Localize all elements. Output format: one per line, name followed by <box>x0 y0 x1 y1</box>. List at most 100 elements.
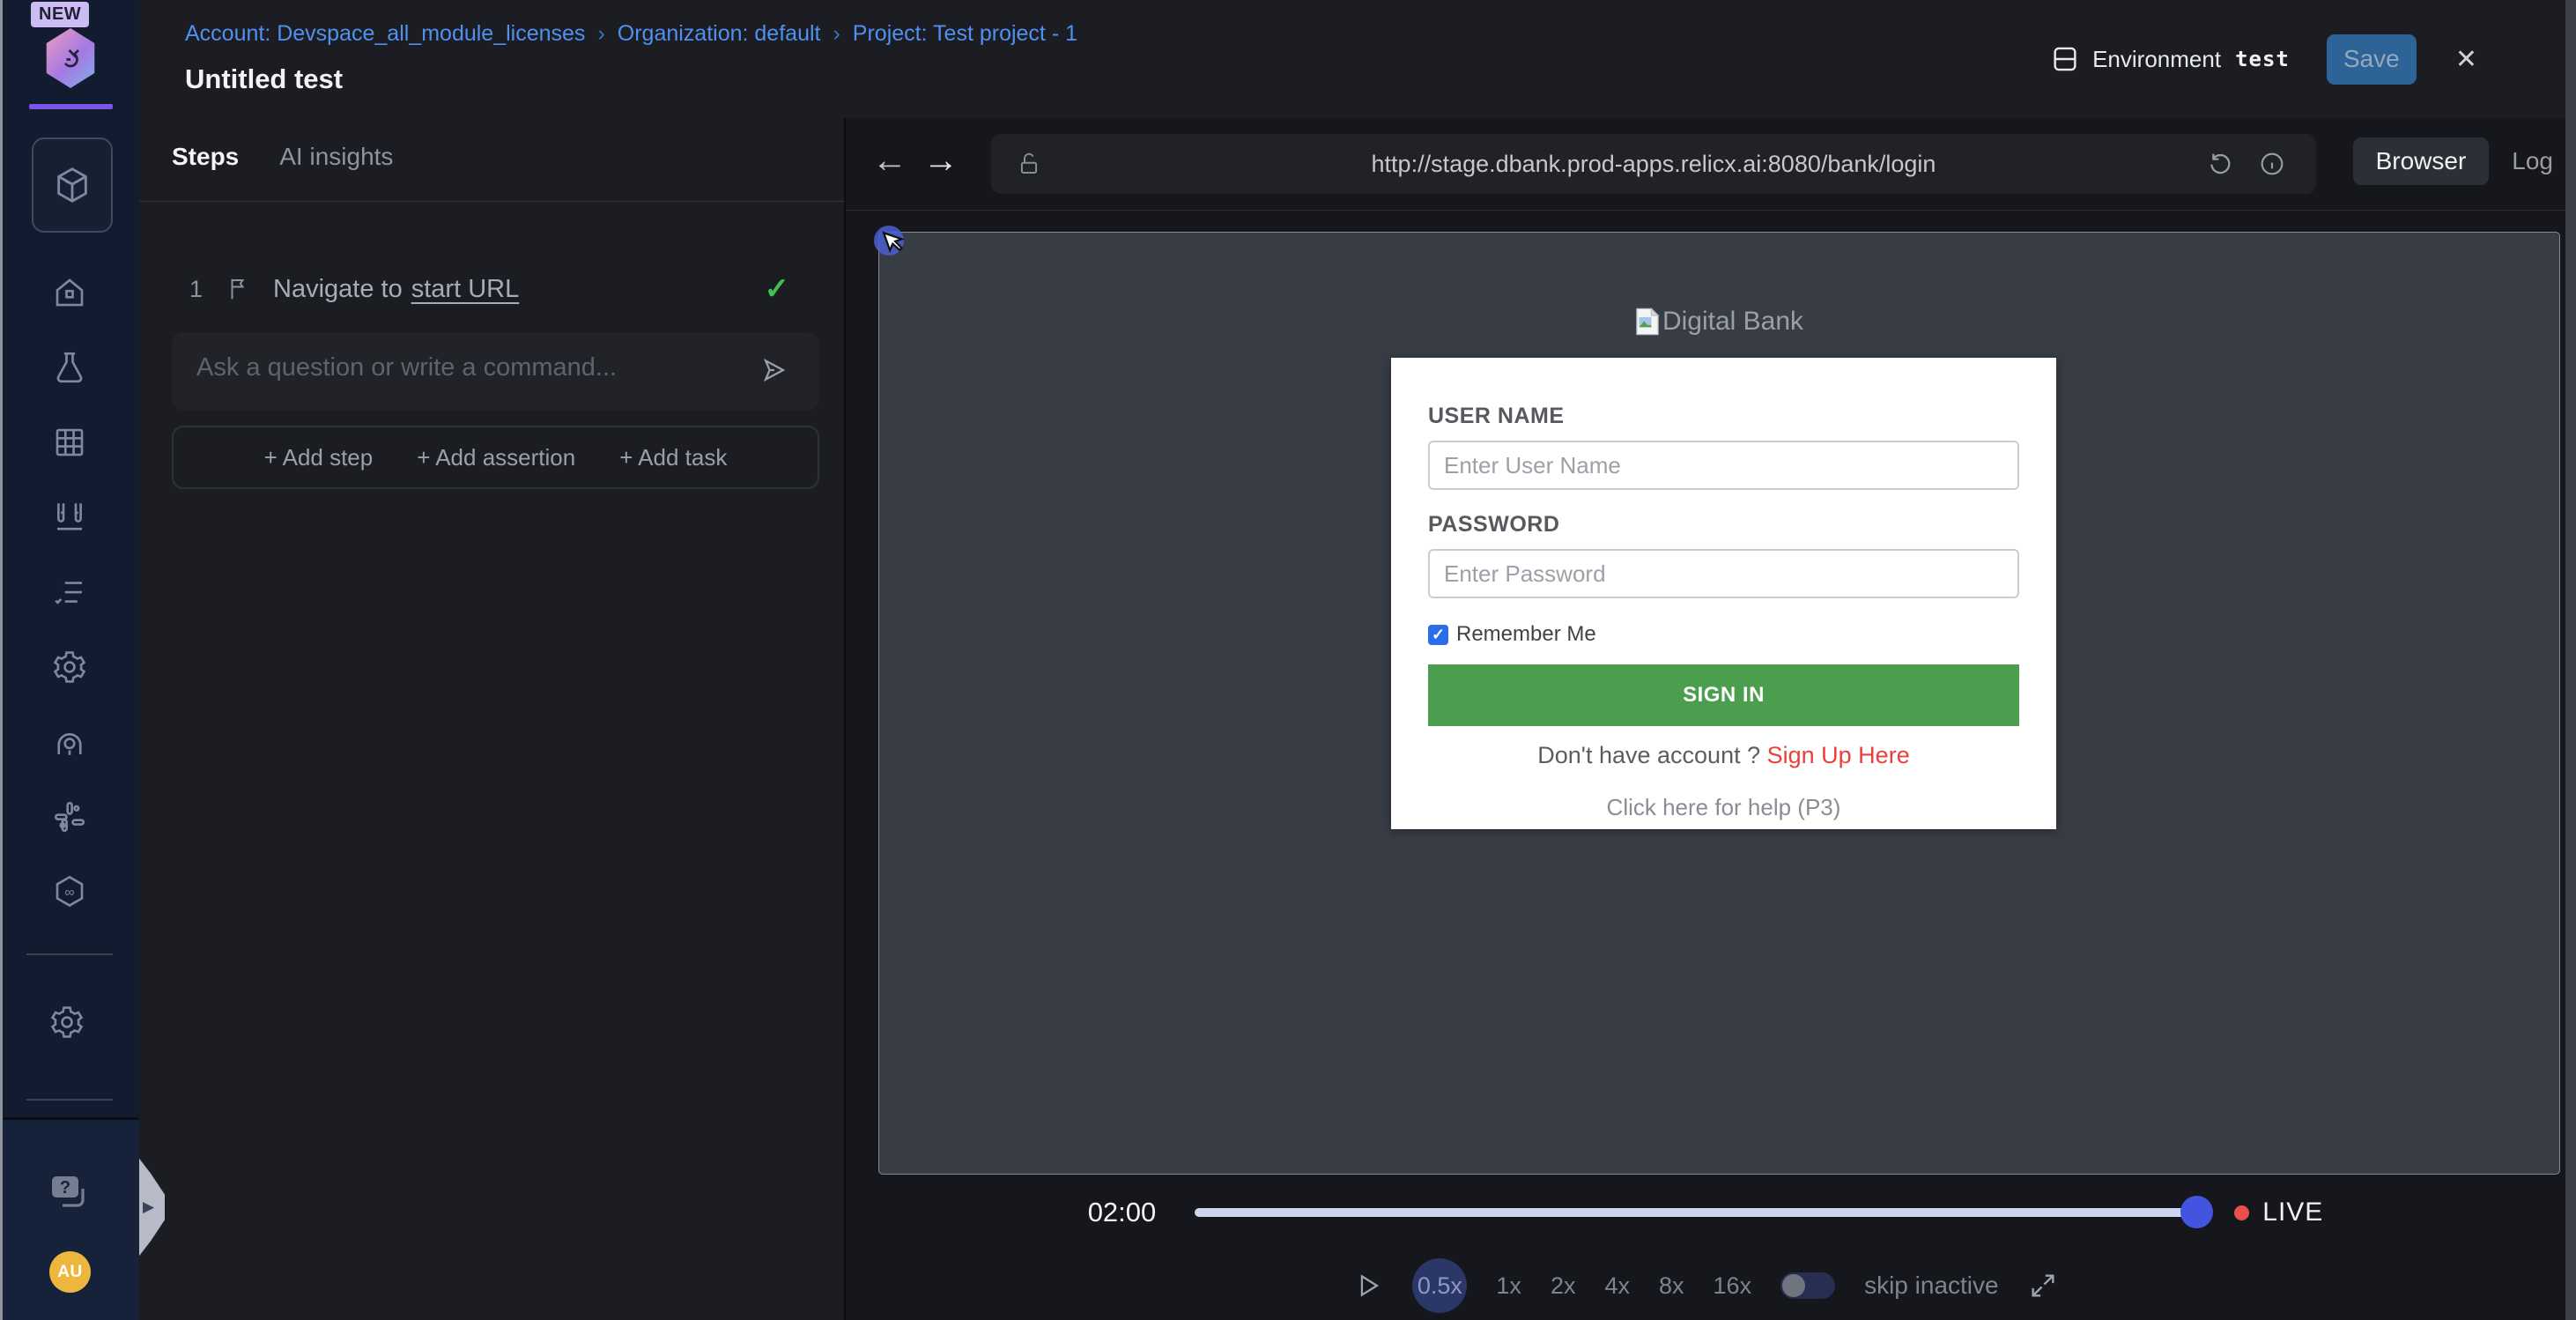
window-edge <box>0 0 3 1320</box>
back-arrow-icon[interactable]: ← <box>872 141 907 181</box>
browser-viewport: Digital Bank USER NAME PASSWORD ✓ Rememb… <box>878 232 2560 1175</box>
signup-prompt: Don't have account ? <box>1537 742 1760 768</box>
breadcrumb-separator: › <box>833 21 840 47</box>
step-success-check-icon: ✓ <box>765 271 790 307</box>
playback-controls: 0.5x 1x 2x 4x 8x 16x skip inactive <box>846 1257 2565 1315</box>
sidebar-item-slack[interactable] <box>48 796 91 838</box>
logo-glyph-icon <box>55 42 86 74</box>
tab-browser[interactable]: Browser <box>2353 137 2490 185</box>
command-placeholder: Ask a question or write a command... <box>196 353 617 382</box>
site-logo-alt-text: Digital Bank <box>1662 307 1803 337</box>
integrations-hex-infinity-icon: ∞ <box>51 873 88 910</box>
sidebar-item-tests-active[interactable] <box>32 137 113 233</box>
broken-image-icon <box>1635 307 1660 337</box>
sign-in-button[interactable]: SIGN IN <box>1428 664 2019 726</box>
sidebar-nav: ∞ <box>0 271 139 913</box>
speed-16x[interactable]: 16x <box>1714 1272 1752 1300</box>
sidebar-item-checklist[interactable] <box>48 571 91 613</box>
play-icon[interactable] <box>1353 1269 1383 1302</box>
speed-0.5x[interactable]: 0.5x <box>1412 1258 1467 1313</box>
refresh-icon[interactable] <box>2207 149 2235 179</box>
save-button[interactable]: Save <box>2327 34 2417 85</box>
remember-me-checkbox[interactable]: ✓ <box>1428 625 1448 645</box>
password-field[interactable] <box>1428 549 2019 598</box>
environment-value[interactable]: test <box>2235 47 2290 71</box>
steps-tabs: Steps AI insights <box>172 143 393 171</box>
environment-label[interactable]: Environment <box>2092 46 2221 73</box>
settings-gear-icon <box>48 1004 85 1041</box>
timeline-thumb[interactable] <box>2180 1196 2213 1228</box>
sidebar-item-admin-settings[interactable] <box>48 1004 85 1041</box>
username-field[interactable] <box>1428 441 2019 490</box>
sign-up-link[interactable]: Sign Up Here <box>1767 742 1910 768</box>
steps-panel: Steps AI insights 1 Navigate to start UR… <box>139 118 846 1320</box>
signup-row: Don't have account ? Sign Up Here <box>1428 742 2019 769</box>
speed-1x[interactable]: 1x <box>1496 1272 1521 1300</box>
step-index: 1 <box>189 276 203 303</box>
breadcrumb: Account: Devspace_all_module_licenses › … <box>185 21 1077 47</box>
test-tubes-icon <box>51 499 88 536</box>
tab-log[interactable]: Log <box>2512 147 2560 175</box>
skip-inactive-label: skip inactive <box>1864 1272 1999 1300</box>
toggle-knob <box>1782 1274 1805 1297</box>
info-icon[interactable] <box>2258 149 2286 179</box>
sidebar-divider <box>26 1099 113 1101</box>
sidebar: NEW <box>0 0 139 1320</box>
help-chat-icon: ? <box>47 1171 93 1213</box>
speed-4x[interactable]: 4x <box>1604 1272 1630 1300</box>
sidebar-item-integrations[interactable]: ∞ <box>48 871 91 913</box>
divider <box>139 201 844 202</box>
url-text[interactable]: http://stage.dbank.prod-apps.relicx.ai:8… <box>991 134 2316 194</box>
help-chat-button[interactable]: ? <box>47 1171 93 1213</box>
add-step-button[interactable]: + Add step <box>259 443 379 472</box>
speed-8x[interactable]: 8x <box>1659 1272 1684 1300</box>
breadcrumb-separator: › <box>597 21 604 47</box>
cursor-arrow-icon <box>877 229 907 259</box>
header-actions: Environment test Save ✕ <box>2050 33 2477 85</box>
start-url-link[interactable]: start URL <box>411 275 519 304</box>
home-icon <box>51 274 88 311</box>
add-task-button[interactable]: + Add task <box>614 443 732 472</box>
top-header: Account: Devspace_all_module_licenses › … <box>139 0 2565 118</box>
breadcrumb-project[interactable]: Project: Test project - 1 <box>853 21 1077 47</box>
tab-steps[interactable]: Steps <box>172 143 239 171</box>
grid-icon <box>51 424 88 461</box>
svg-text:?: ? <box>60 1178 70 1198</box>
url-bar[interactable]: http://stage.dbank.prod-apps.relicx.ai:8… <box>991 134 2316 194</box>
svg-text:∞: ∞ <box>64 886 74 901</box>
skip-inactive-toggle[interactable] <box>1780 1272 1835 1299</box>
app-window: NEW <box>0 0 2576 1320</box>
step-row[interactable]: 1 Navigate to start URL ✓ <box>139 248 844 330</box>
rocket-icon <box>51 723 88 760</box>
remote-cursor <box>874 226 913 264</box>
timeline-track[interactable] <box>1195 1208 2199 1217</box>
sidebar-item-sessions[interactable] <box>48 721 91 763</box>
fullscreen-icon[interactable] <box>2028 1271 2058 1301</box>
sidebar-divider <box>26 953 113 955</box>
forward-arrow-icon[interactable]: → <box>923 141 959 181</box>
speed-2x[interactable]: 2x <box>1551 1272 1576 1300</box>
window-scrollbar[interactable] <box>2565 0 2576 1320</box>
sidebar-item-home[interactable] <box>48 271 91 314</box>
breadcrumb-account[interactable]: Account: Devspace_all_module_licenses <box>185 21 585 47</box>
help-link[interactable]: Click here for help (P3) <box>1428 794 2019 821</box>
remember-me-label: Remember Me <box>1456 622 1596 647</box>
sidebar-item-lab[interactable] <box>48 346 91 389</box>
send-icon[interactable] <box>759 355 789 385</box>
sidebar-bottom-section: ? AU <box>0 1117 139 1320</box>
command-input[interactable]: Ask a question or write a command... <box>172 332 819 411</box>
sidebar-item-grid[interactable] <box>48 421 91 463</box>
site-logo: Digital Bank <box>879 307 2559 337</box>
elapsed-time: 02:00 <box>1088 1197 1157 1228</box>
add-assertion-button[interactable]: + Add assertion <box>411 443 581 472</box>
sidebar-item-test-runs[interactable] <box>48 496 91 538</box>
browser-pane: ← → http://stage.dbank.prod-apps.relicx.… <box>846 118 2565 1320</box>
app-logo[interactable] <box>43 28 98 88</box>
close-icon[interactable]: ✕ <box>2455 44 2477 75</box>
tab-ai-insights[interactable]: AI insights <box>279 143 393 171</box>
breadcrumb-organization[interactable]: Organization: default <box>618 21 821 47</box>
sidebar-item-settings[interactable] <box>48 646 91 688</box>
checklist-icon <box>51 574 88 611</box>
step-text: Navigate to <box>273 275 403 304</box>
user-avatar[interactable]: AU <box>49 1251 91 1293</box>
